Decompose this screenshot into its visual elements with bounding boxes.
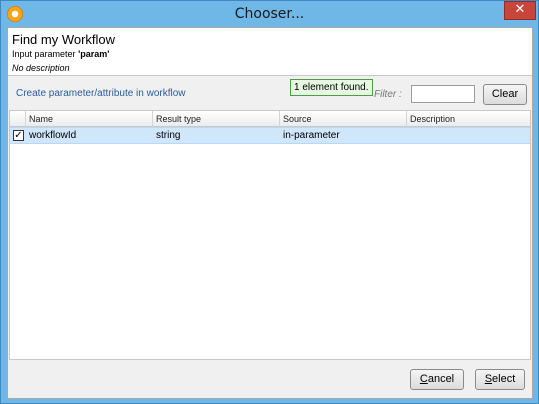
- toolbar: Create parameter/attribute in workflow 1…: [8, 76, 532, 110]
- dialog-body: Find my Workflow Input parameter 'param'…: [7, 27, 533, 399]
- close-button[interactable]: ✕: [504, 1, 536, 20]
- select-label: elect: [492, 373, 516, 385]
- header-panel: Find my Workflow Input parameter 'param'…: [8, 28, 532, 76]
- cell-name: workflowId: [29, 130, 77, 141]
- column-header-result-type[interactable]: Result type: [153, 111, 280, 127]
- input-parameter-line: Input parameter 'param': [12, 49, 109, 59]
- window-title: Chooser...: [234, 6, 305, 22]
- cell-description: [407, 128, 530, 143]
- filter-input[interactable]: [411, 85, 475, 103]
- select-mnemonic: S: [484, 373, 493, 385]
- cancel-button[interactable]: Cancel: [410, 369, 464, 390]
- cell-source: in-parameter: [283, 130, 340, 141]
- dialog-heading: Find my Workflow: [12, 32, 116, 47]
- column-header-description[interactable]: Description: [407, 111, 530, 127]
- title-bar[interactable]: Chooser... ✕: [1, 1, 538, 27]
- row-checkbox[interactable]: ✓: [13, 130, 24, 141]
- select-button[interactable]: Select: [475, 369, 525, 390]
- clear-button[interactable]: Clear: [483, 84, 527, 105]
- create-parameter-link[interactable]: Create parameter/attribute in workflow: [16, 88, 186, 99]
- column-header-name[interactable]: Name: [26, 111, 153, 127]
- parameter-name: 'param': [78, 49, 110, 59]
- elements-found-badge: 1 element found.: [290, 79, 373, 96]
- cancel-mnemonic: C: [419, 373, 428, 385]
- column-header-source[interactable]: Source: [280, 111, 407, 127]
- checkbox-column-header[interactable]: [10, 111, 26, 127]
- results-table: Name Result type Source Description ✓ wo…: [9, 110, 531, 360]
- cell-result-type: string: [156, 130, 181, 141]
- chooser-window: Chooser... ✕ Find my Workflow Input para…: [0, 0, 539, 404]
- filter-label: Filter :: [374, 89, 402, 100]
- description-text: No description: [12, 63, 70, 73]
- input-parameter-label: Input parameter: [12, 49, 76, 59]
- cancel-label: ancel: [427, 373, 455, 385]
- table-row[interactable]: ✓ workflowId string in-parameter: [10, 127, 530, 144]
- table-header: Name Result type Source Description: [10, 111, 530, 127]
